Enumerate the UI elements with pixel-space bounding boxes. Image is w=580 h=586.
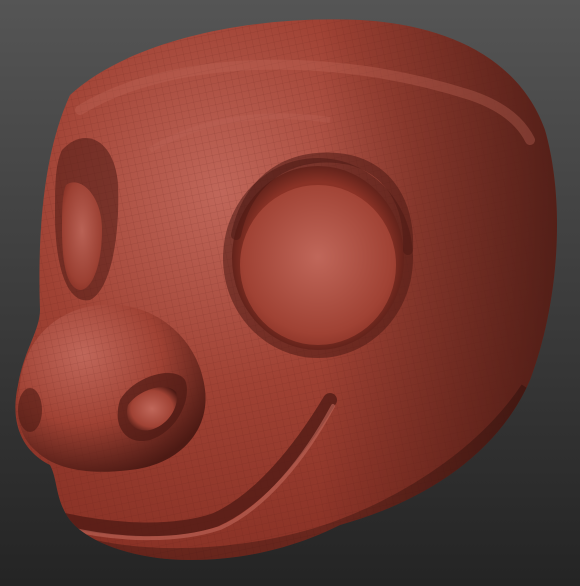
sculpt-render [0,0,580,586]
right-eye-ball [240,185,396,345]
sculpt-viewport[interactable] [0,0,580,586]
left-nostril [18,388,42,432]
